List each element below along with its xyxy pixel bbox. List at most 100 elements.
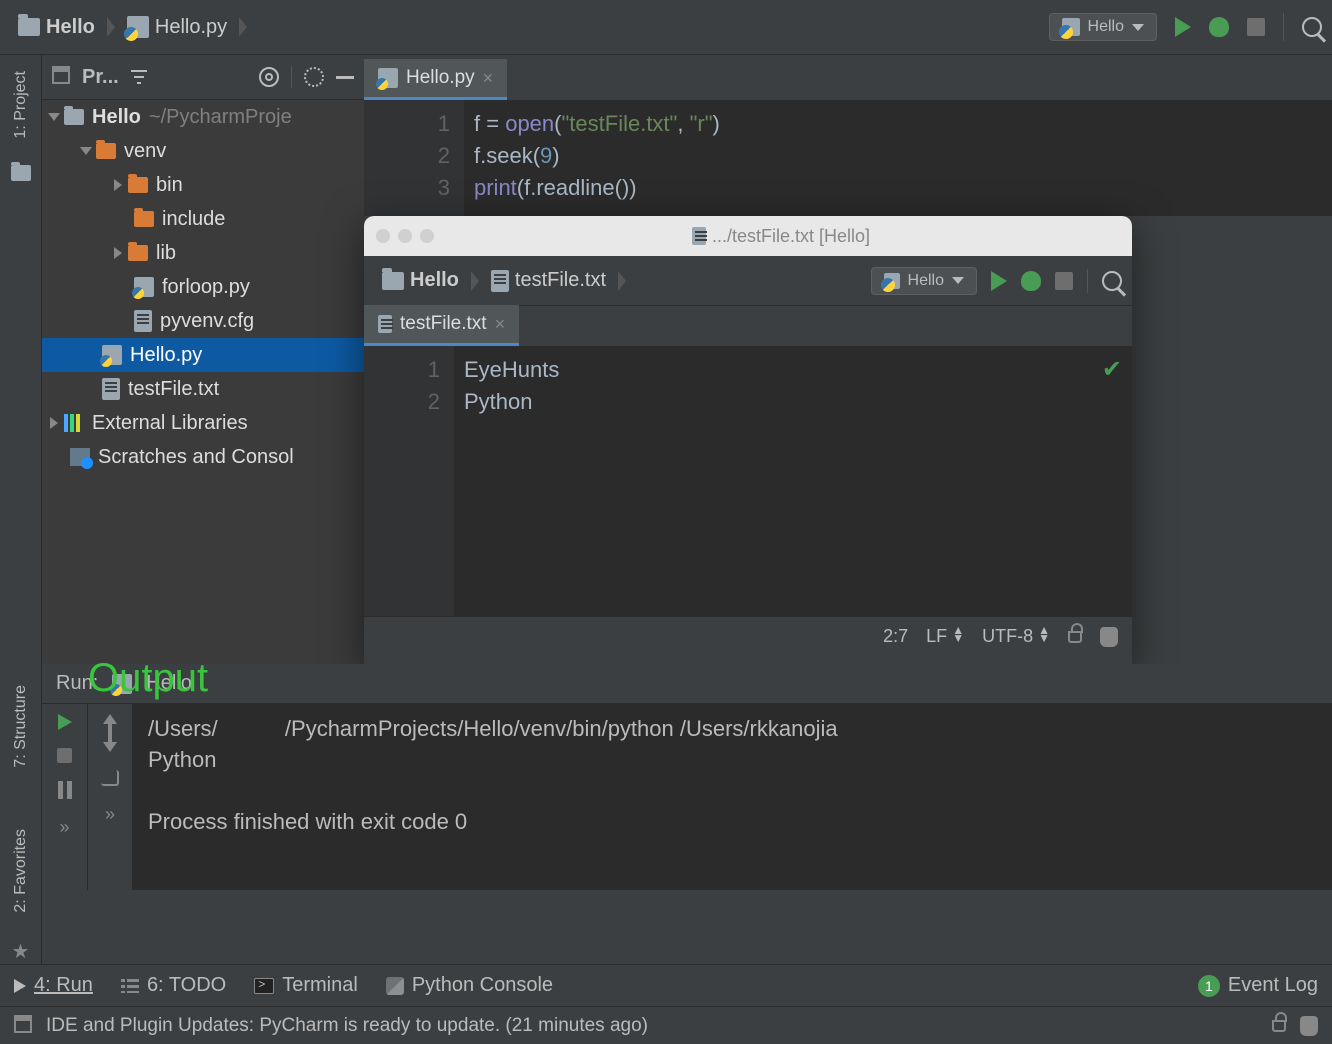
project-panel-title: Pr... bbox=[82, 66, 119, 89]
window-icon[interactable] bbox=[14, 1019, 32, 1033]
folder-icon[interactable] bbox=[11, 165, 31, 181]
popup-run-config-selector[interactable]: Hello bbox=[871, 267, 977, 295]
window-icon bbox=[52, 70, 70, 84]
breadcrumb-file[interactable]: Hello.py bbox=[119, 16, 235, 39]
popup-editor-tab[interactable]: testFile.txt × bbox=[364, 305, 519, 346]
python-icon bbox=[386, 977, 404, 995]
more-icon[interactable]: » bbox=[59, 817, 69, 838]
popup-nav-bar: Hello testFile.txt Hello bbox=[364, 256, 1132, 306]
breadcrumb-separator-icon bbox=[618, 271, 626, 291]
window-close-icon[interactable] bbox=[376, 229, 390, 243]
breadcrumb-project[interactable]: Hello bbox=[10, 16, 103, 39]
gutter-favorites-tab[interactable]: 2: Favorites bbox=[12, 823, 30, 919]
tree-label: forloop.py bbox=[162, 276, 250, 299]
window-minimize-icon[interactable] bbox=[398, 229, 412, 243]
text-file-icon bbox=[102, 378, 120, 400]
tree-root-label: Hello bbox=[92, 106, 141, 129]
tool-event-log[interactable]: 1 Event Log bbox=[1198, 974, 1318, 997]
separator bbox=[291, 66, 292, 88]
popup-statusbar: 2:7 LF ▲▼ UTF-8 ▲▼ bbox=[364, 616, 1132, 656]
popup-crumb-project-label: Hello bbox=[410, 269, 459, 292]
cursor-position[interactable]: 2:7 bbox=[883, 626, 908, 647]
gutter-project-tab[interactable]: 1: Project bbox=[12, 65, 30, 145]
tree-external-libraries[interactable]: External Libraries bbox=[42, 406, 364, 440]
minimize-icon[interactable] bbox=[336, 76, 354, 79]
stop-button[interactable] bbox=[1247, 18, 1265, 36]
tree-folder-include[interactable]: include bbox=[42, 202, 364, 236]
arrow-up-icon[interactable] bbox=[103, 714, 117, 724]
tree-root[interactable]: Hello ~/PycharmProje bbox=[42, 100, 364, 134]
folder-icon bbox=[128, 177, 148, 193]
tool-eventlog-label: Event Log bbox=[1228, 974, 1318, 997]
tree-folder-bin[interactable]: bin bbox=[42, 168, 364, 202]
rerun-button[interactable] bbox=[58, 714, 72, 730]
stop-button[interactable] bbox=[57, 748, 72, 763]
more-icon[interactable]: » bbox=[105, 804, 115, 825]
tool-todo-label: 6: TODO bbox=[147, 974, 226, 997]
tree-file-testfile[interactable]: testFile.txt bbox=[42, 372, 364, 406]
line-number: 3 bbox=[364, 172, 450, 204]
tool-run[interactable]: 4: Run bbox=[14, 974, 93, 997]
wrap-icon[interactable] bbox=[101, 770, 119, 786]
target-icon[interactable] bbox=[259, 67, 279, 87]
tool-todo[interactable]: 6: TODO bbox=[121, 974, 226, 997]
run-configuration-selector[interactable]: Hello bbox=[1049, 13, 1157, 41]
popup-content[interactable]: EyeHunts✔ Python bbox=[454, 346, 1132, 616]
window-maximize-icon[interactable] bbox=[420, 229, 434, 243]
tree-file-pyvenv[interactable]: pyvenv.cfg bbox=[42, 304, 364, 338]
popup-code-editor[interactable]: 1 2 EyeHunts✔ Python bbox=[364, 346, 1132, 616]
inspector-icon[interactable] bbox=[1100, 627, 1118, 647]
lock-icon[interactable] bbox=[1272, 1020, 1286, 1032]
debug-button[interactable] bbox=[1209, 17, 1229, 37]
folder-icon bbox=[96, 143, 116, 159]
pause-button[interactable] bbox=[58, 781, 72, 799]
popup-debug-button[interactable] bbox=[1021, 271, 1041, 291]
arrow-down-icon[interactable] bbox=[103, 742, 117, 752]
popup-breadcrumb-project[interactable]: Hello bbox=[374, 269, 467, 292]
tree-file-hello[interactable]: Hello.py bbox=[42, 338, 364, 372]
expand-arrow-icon[interactable] bbox=[48, 113, 60, 121]
popup-titlebar[interactable]: .../testFile.txt [Hello] bbox=[364, 216, 1132, 256]
tool-python-console[interactable]: Python Console bbox=[386, 974, 553, 997]
gear-icon[interactable] bbox=[304, 67, 324, 87]
popup-search-button[interactable] bbox=[1102, 271, 1122, 291]
expand-arrow-icon[interactable] bbox=[50, 417, 58, 429]
editor-tab-hello[interactable]: Hello.py × bbox=[364, 59, 507, 100]
code-editor[interactable]: 1 2 3 f = open("testFile.txt", "r") f.se… bbox=[364, 100, 1332, 216]
star-icon[interactable]: ★ bbox=[12, 939, 30, 964]
tree-folder-venv[interactable]: venv bbox=[42, 134, 364, 168]
tree-scratches[interactable]: Scratches and Consol bbox=[42, 440, 364, 474]
expand-arrow-icon[interactable] bbox=[80, 147, 92, 155]
popup-tab-label: testFile.txt bbox=[400, 313, 487, 335]
tool-run-label: 4: Run bbox=[34, 974, 93, 997]
gutter-structure-tab[interactable]: 7: Structure bbox=[12, 679, 30, 774]
separator bbox=[1283, 13, 1284, 41]
tree-folder-lib[interactable]: lib bbox=[42, 236, 364, 270]
run-output[interactable]: /Users/ /PycharmProjects/Hello/venv/bin/… bbox=[132, 704, 1332, 890]
search-button[interactable] bbox=[1302, 17, 1322, 37]
close-tab-icon[interactable]: × bbox=[483, 68, 494, 89]
popup-breadcrumb-file[interactable]: testFile.txt bbox=[483, 269, 614, 292]
run-button[interactable] bbox=[1175, 17, 1191, 37]
filter-icon[interactable] bbox=[131, 70, 147, 84]
encoding[interactable]: UTF-8 ▲▼ bbox=[982, 626, 1050, 647]
gear-icon[interactable] bbox=[1284, 675, 1302, 693]
expand-arrow-icon[interactable] bbox=[114, 179, 122, 191]
lock-icon[interactable] bbox=[1068, 631, 1082, 643]
run-panel-header: Run: Hello bbox=[42, 664, 1332, 704]
breadcrumb-project-label: Hello bbox=[46, 16, 95, 39]
tool-terminal[interactable]: Terminal bbox=[254, 974, 358, 997]
popup-editor-tabs: testFile.txt × bbox=[364, 306, 1132, 346]
top-navigation-bar: Hello Hello.py Hello bbox=[0, 0, 1332, 55]
line-separator[interactable]: LF ▲▼ bbox=[926, 626, 964, 647]
code-content[interactable]: f = open("testFile.txt", "r") f.seek(9) … bbox=[464, 100, 1332, 216]
event-count-badge: 1 bbox=[1198, 975, 1220, 997]
run-tool-window: Run: Hello » » /Users/ /PycharmProjects/… bbox=[42, 664, 1332, 890]
inspector-icon[interactable] bbox=[1300, 1016, 1318, 1036]
close-tab-icon[interactable]: × bbox=[495, 314, 506, 335]
popup-run-button[interactable] bbox=[991, 271, 1007, 291]
popup-stop-button[interactable] bbox=[1055, 272, 1073, 290]
text-file-icon bbox=[491, 270, 509, 292]
tree-file-forloop[interactable]: forloop.py bbox=[42, 270, 364, 304]
expand-arrow-icon[interactable] bbox=[114, 247, 122, 259]
